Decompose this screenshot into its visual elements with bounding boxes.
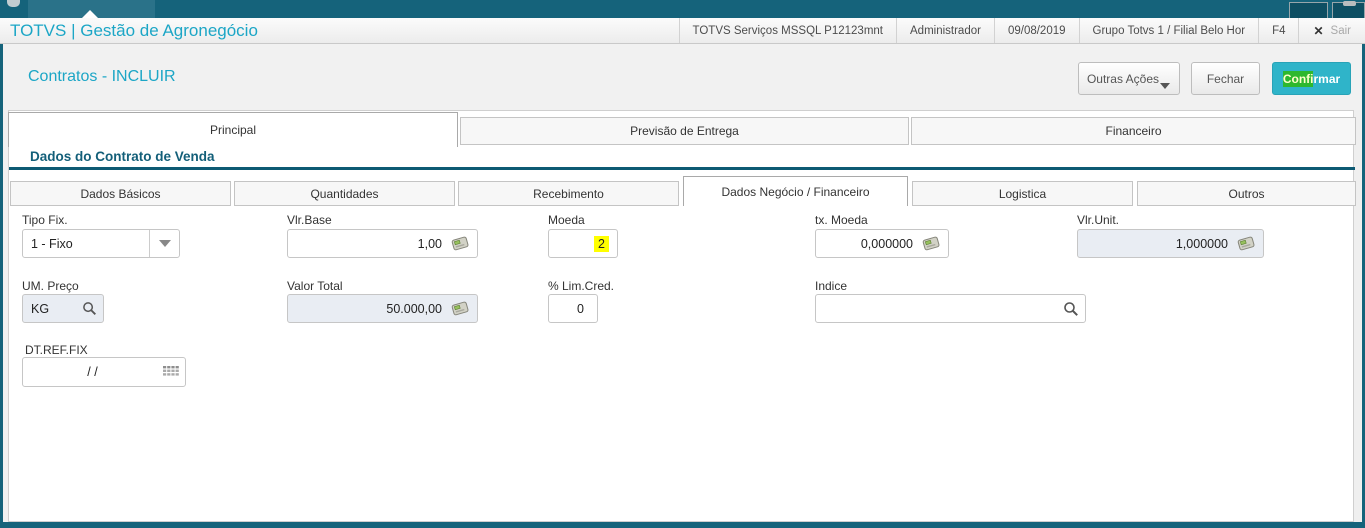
group-branch-label: Grupo Totvs 1 / Filial Belo Hor (1078, 18, 1259, 43)
user-label: Administrador (896, 18, 994, 43)
window-edge-left (0, 44, 3, 528)
tab-financeiro[interactable]: Financeiro (911, 117, 1356, 145)
vlr-base-label: Vlr.Base (287, 213, 332, 227)
tipo-fix-select[interactable]: 1 - Fixo (22, 229, 180, 258)
subtab-quantidades-label: Quantidades (310, 186, 379, 201)
close-x-icon: ✕ (1313, 23, 1324, 38)
window-edge-bottom (0, 522, 1365, 528)
browser-topbar (0, 0, 1365, 18)
section-underline (9, 167, 1355, 170)
chrome-blob (1343, 1, 1356, 6)
subtab-dados-basicos-label: Dados Básicos (80, 186, 161, 201)
tx-moeda-label: tx. Moeda (815, 213, 868, 227)
app-title: TOTVS | Gestão de Agronegócio (10, 20, 258, 40)
section-title: Dados do Contrato de Venda (30, 149, 215, 164)
valor-total-value: 50.000,00 (386, 301, 442, 316)
app-header: TOTVS | Gestão de Agronegócio TOTVS Serv… (0, 18, 1365, 44)
vlr-base-input[interactable]: 1,00 (287, 229, 478, 258)
indice-label: Indice (815, 279, 848, 293)
subtab-dados-negocio-financeiro[interactable]: Dados Negócio / Financeiro (683, 176, 908, 206)
um-preco-value: KG (31, 301, 50, 316)
um-preco-label: UM. Preço (22, 279, 79, 293)
confirm-label-rest: rmar (1313, 71, 1341, 86)
chevron-down-icon (158, 240, 171, 247)
moeda-highlighted-text: 2 (594, 235, 609, 252)
exit-label: Sair (1330, 24, 1351, 37)
lim-cred-input[interactable]: 0 (548, 294, 598, 323)
moeda-input[interactable]: 2 (548, 229, 618, 258)
tipo-fix-label: Tipo Fix. (22, 213, 68, 227)
subtab-recebimento[interactable]: Recebimento (458, 181, 679, 206)
tab-previsao-label: Previsão de Entrega (630, 124, 739, 138)
content-panel (8, 110, 1356, 522)
chevron-down-icon (1160, 83, 1170, 89)
dt-ref-fix-input[interactable]: / / (22, 357, 186, 387)
date-label: 09/08/2019 (993, 18, 1079, 43)
close-button[interactable]: Fechar (1191, 62, 1260, 95)
dt-ref-fix-value: / / (87, 365, 98, 379)
vlr-base-value: 1,00 (417, 236, 442, 251)
lim-cred-value: 0 (577, 301, 584, 316)
moeda-value: 2 (549, 235, 617, 252)
vlr-unit-label: Vlr.Unit. (1077, 213, 1120, 227)
subtab-outros-label: Outros (1228, 186, 1265, 201)
other-actions-label: Outras Ações (1086, 71, 1160, 86)
browser-tab[interactable] (28, 0, 155, 18)
page-title: Contratos - INCLUIR (28, 68, 176, 85)
calculator-icon (450, 301, 471, 316)
browser-chrome-box (1289, 2, 1328, 18)
f4-label[interactable]: F4 (1258, 18, 1298, 43)
environment-label: TOTVS Serviços MSSQL P12123mnt (678, 18, 896, 43)
vlr-unit-input: 1,000000 (1077, 229, 1264, 258)
vlr-unit-value: 1,000000 (1175, 236, 1228, 251)
calendar-icon[interactable] (162, 365, 179, 379)
subtab-logistica[interactable]: Logistica (912, 181, 1133, 206)
tab-arrow-up-icon (82, 10, 98, 18)
tx-moeda-input[interactable]: 0,000000 (815, 229, 949, 258)
browser-logo-stub (7, 0, 20, 7)
subtab-dados-negocio-label: Dados Negócio / Financeiro (721, 184, 870, 199)
lim-cred-label: % Lim.Cred. (548, 279, 615, 293)
tab-financeiro-label: Financeiro (1105, 124, 1162, 138)
um-preco-input: KG (22, 294, 104, 323)
calculator-icon (1236, 236, 1257, 251)
confirm-button[interactable]: Confi rmar (1272, 62, 1351, 95)
moeda-label: Moeda (548, 213, 585, 227)
screen: TOTVS | Gestão de Agronegócio TOTVS Serv… (0, 0, 1365, 528)
tx-moeda-value: 0,000000 (860, 236, 913, 251)
subtab-quantidades[interactable]: Quantidades (234, 181, 455, 206)
valor-total-input: 50.000,00 (287, 294, 478, 323)
subtab-dados-basicos[interactable]: Dados Básicos (10, 181, 231, 206)
confirm-label-highlight: Confi (1282, 70, 1314, 87)
scrollbar-track[interactable] (1353, 110, 1361, 522)
search-icon (82, 301, 97, 316)
other-actions-button[interactable]: Outras Ações (1078, 62, 1180, 95)
tab-previsao-de-entrega[interactable]: Previsão de Entrega (460, 117, 909, 145)
calculator-icon[interactable] (450, 236, 471, 251)
browser-chrome-box (1332, 1, 1365, 18)
subtab-logistica-label: Logistica (998, 186, 1047, 201)
dt-ref-fix-label: DT.REF.FIX (25, 343, 88, 357)
indice-input[interactable] (815, 294, 1086, 323)
tab-principal[interactable]: Principal (8, 112, 458, 147)
search-icon[interactable] (1063, 301, 1079, 317)
close-button-label: Fechar (1206, 71, 1245, 86)
calculator-icon[interactable] (921, 236, 942, 251)
subtab-recebimento-label: Recebimento (533, 186, 604, 201)
tipo-fix-dropdown-button[interactable] (149, 230, 179, 257)
exit-button[interactable]: ✕ Sair (1298, 18, 1365, 43)
subtab-outros[interactable]: Outros (1137, 181, 1356, 206)
valor-total-label: Valor Total (287, 279, 343, 293)
tipo-fix-value: 1 - Fixo (31, 236, 73, 251)
tab-principal-label: Principal (209, 123, 257, 137)
header-status-bar: TOTVS Serviços MSSQL P12123mnt Administr… (678, 18, 1365, 43)
